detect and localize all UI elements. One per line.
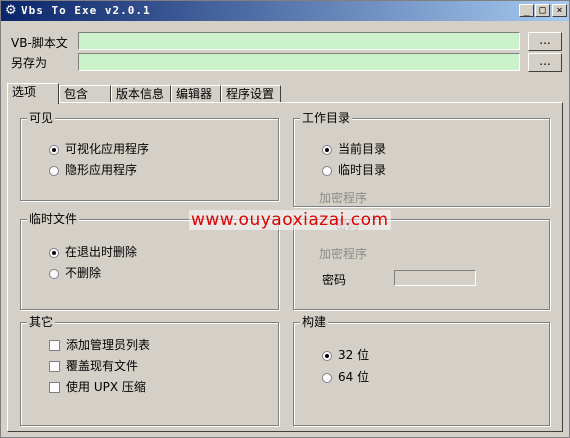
radio-invisible-app[interactable]: 隐形应用程序	[49, 162, 137, 178]
save-as-input[interactable]	[78, 53, 520, 71]
password-label: 密码	[322, 273, 347, 287]
group-workdir-title: 工作目录	[300, 111, 353, 125]
radio-selected-icon	[322, 144, 332, 155]
minimize-button[interactable]: _	[519, 4, 534, 17]
browse-script-button[interactable]: ...	[528, 32, 562, 51]
title-bar[interactable]: ⚙ Vbs To Exe v2.0.1 _ □ ×	[1, 1, 569, 21]
ghost-encrypt-text-2: 加密程序	[319, 247, 368, 261]
radio-selected-icon	[49, 247, 59, 258]
radio-unselected-icon	[49, 165, 59, 176]
group-tempfile-title: 临时文件	[27, 212, 80, 226]
radio-delete-on-exit[interactable]: 在退出时删除	[49, 244, 137, 260]
save-as-label: 另存为	[11, 56, 48, 70]
group-encrypt: 密码	[293, 219, 550, 310]
radio-selected-icon	[49, 144, 59, 155]
group-tempfile: 临时文件 在退出时删除 不删除	[20, 212, 279, 310]
group-visible-title: 可见	[27, 111, 56, 125]
group-other: 其它 添加管理员列表 覆盖现有文件 使用 UPX 压缩	[20, 315, 279, 426]
tab-editor[interactable]: 编辑器	[171, 85, 221, 103]
script-file-label: VB-脚本文	[11, 36, 68, 50]
check-overwrite[interactable]: 覆盖现有文件	[49, 358, 138, 374]
radio-current-dir[interactable]: 当前目录	[322, 141, 386, 157]
group-other-title: 其它	[27, 315, 56, 329]
maximize-button[interactable]: □	[535, 4, 550, 17]
tab-options[interactable]: 选项	[7, 83, 59, 104]
radio-unselected-icon	[322, 165, 332, 176]
tab-version-info[interactable]: 版本信息	[111, 85, 171, 103]
group-build-title: 构建	[300, 315, 329, 329]
gear-icon: ⚙	[5, 3, 17, 18]
watermark-text: www.ouyaoxiazai.com	[189, 210, 391, 230]
browse-save-button[interactable]: ...	[528, 53, 562, 72]
group-visible: 可见 可视化应用程序 隐形应用程序	[20, 111, 279, 201]
radio-unselected-icon	[49, 268, 59, 279]
checkbox-icon	[49, 382, 60, 393]
group-build: 构建 32 位 64 位	[293, 315, 550, 426]
ghost-encrypt-text: 加密程序	[319, 191, 368, 205]
radio-selected-icon	[322, 350, 332, 361]
checkbox-icon	[49, 340, 60, 351]
script-file-input[interactable]	[78, 32, 520, 50]
password-input[interactable]	[394, 270, 476, 286]
checkbox-icon	[49, 361, 60, 372]
tab-include[interactable]: 包含	[59, 85, 111, 103]
radio-keep-temp[interactable]: 不删除	[49, 265, 101, 281]
check-admin-manifest[interactable]: 添加管理员列表	[49, 337, 150, 353]
check-upx[interactable]: 使用 UPX 压缩	[49, 379, 146, 395]
tab-program-settings[interactable]: 程序设置	[221, 85, 281, 103]
window-title: Vbs To Exe v2.0.1	[21, 4, 151, 17]
app-window: ⚙ Vbs To Exe v2.0.1 _ □ × VB-脚本文 ... 另存为…	[0, 0, 570, 438]
radio-visible-app[interactable]: 可视化应用程序	[49, 141, 149, 157]
radio-64bit[interactable]: 64 位	[322, 369, 369, 385]
radio-32bit[interactable]: 32 位	[322, 347, 369, 363]
radio-unselected-icon	[322, 372, 332, 383]
close-button[interactable]: ×	[552, 4, 567, 17]
radio-temp-dir[interactable]: 临时目录	[322, 162, 386, 178]
